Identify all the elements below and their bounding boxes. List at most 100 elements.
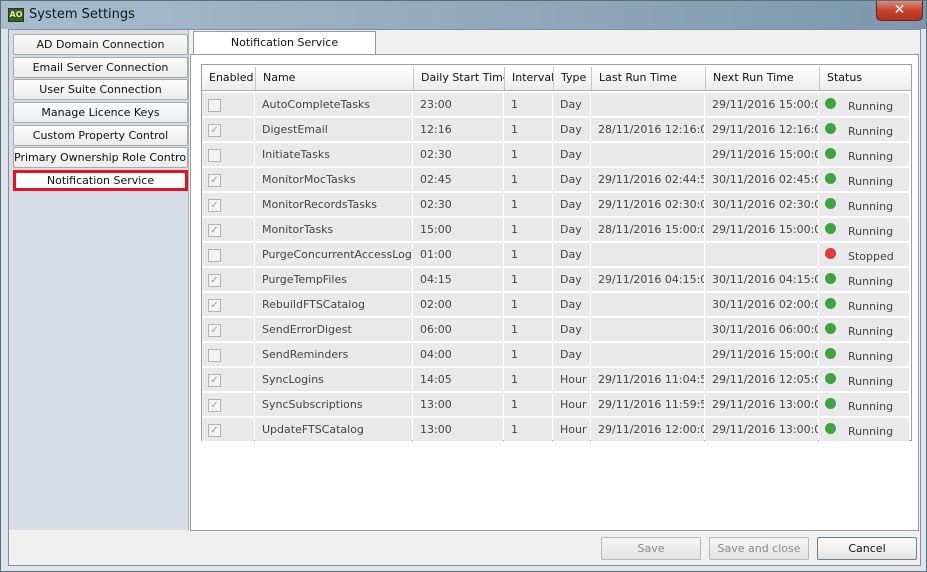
last-run-cell[interactable] <box>591 318 704 341</box>
last-run-cell[interactable] <box>591 343 704 366</box>
interval-cell[interactable]: 1 <box>504 418 552 441</box>
enabled-checkbox[interactable]: ✓ <box>208 424 221 437</box>
last-run-cell[interactable] <box>591 143 704 166</box>
interval-cell[interactable]: 1 <box>504 93 552 116</box>
type-cell[interactable]: Day <box>553 243 590 266</box>
sidebar-item-custom-property-control[interactable]: Custom Property Control <box>13 125 188 146</box>
next-run-cell[interactable]: 30/11/2016 02:00:00 <box>705 293 818 316</box>
next-run-cell[interactable]: 29/11/2016 15:00:00 <box>705 143 818 166</box>
name-cell[interactable]: SendErrorDigest <box>255 318 412 341</box>
interval-cell[interactable]: 1 <box>504 168 552 191</box>
status-cell[interactable]: Running <box>819 418 909 441</box>
start-time-cell[interactable]: 14:05 <box>413 368 503 391</box>
column-header-next-run-time[interactable]: Next Run Time <box>705 67 819 90</box>
start-time-cell[interactable]: 23:00 <box>413 93 503 116</box>
sidebar-item-primary-ownership-role-control[interactable]: Primary Ownership Role Control <box>13 147 188 168</box>
next-run-cell[interactable]: 29/11/2016 15:00:00 <box>705 343 818 366</box>
start-time-cell[interactable]: 02:30 <box>413 193 503 216</box>
type-cell[interactable]: Day <box>553 293 590 316</box>
interval-cell[interactable]: 1 <box>504 343 552 366</box>
interval-cell[interactable]: 1 <box>504 293 552 316</box>
last-run-cell[interactable] <box>591 293 704 316</box>
next-run-cell[interactable]: 29/11/2016 13:00:00 <box>705 393 818 416</box>
type-cell[interactable]: Day <box>553 168 590 191</box>
next-run-cell[interactable]: 29/11/2016 13:00:00 <box>705 418 818 441</box>
column-header-type[interactable]: Type <box>553 67 591 90</box>
enabled-checkbox[interactable]: ✓ <box>208 224 221 237</box>
interval-cell[interactable]: 1 <box>504 243 552 266</box>
table-row[interactable]: ✓ SendErrorDigest 06:00 1 Day 30/11/2016 06:0… <box>202 317 911 342</box>
table-row[interactable]: PurgeConcurrentAccessLogs 01:00 1 Day Stoppe… <box>202 242 911 267</box>
status-cell[interactable]: Running <box>819 343 909 366</box>
table-row[interactable]: SendReminders 04:00 1 Day 29/11/2016 15:00:0… <box>202 342 911 367</box>
status-cell[interactable]: Running <box>819 218 909 241</box>
table-row[interactable]: ✓ MonitorTasks 15:00 1 Day 28/11/2016 15:00:0… <box>202 217 911 242</box>
enabled-checkbox[interactable] <box>208 349 221 362</box>
type-cell[interactable]: Day <box>553 268 590 291</box>
last-run-cell[interactable]: 29/11/2016 02:44:59 <box>591 168 704 191</box>
save-and-close-button[interactable]: Save and close <box>709 537 809 560</box>
name-cell[interactable]: PurgeTempFiles <box>255 268 412 291</box>
next-run-cell[interactable]: 30/11/2016 04:15:00 <box>705 268 818 291</box>
status-cell[interactable]: Running <box>819 293 909 316</box>
column-header-interval[interactable]: Interval <box>504 67 554 90</box>
start-time-cell[interactable]: 06:00 <box>413 318 503 341</box>
next-run-cell[interactable]: 29/11/2016 12:05:00 <box>705 368 818 391</box>
table-row[interactable]: ✓ SyncLogins 14:05 1 Hour 29/11/2016 11:04:59… <box>202 367 911 392</box>
enabled-checkbox[interactable] <box>208 249 221 262</box>
enabled-checkbox[interactable]: ✓ <box>208 374 221 387</box>
last-run-cell[interactable]: 29/11/2016 11:04:59 <box>591 368 704 391</box>
type-cell[interactable]: Day <box>553 343 590 366</box>
save-button[interactable]: Save <box>601 537 701 560</box>
tab-notification-service-configuration[interactable]: Notification Service Configuration <box>193 31 376 71</box>
table-row[interactable]: ✓ UpdateFTSCatalog 13:00 1 Hour 29/11/2016 12… <box>202 417 911 442</box>
status-cell[interactable]: Running <box>819 143 909 166</box>
start-time-cell[interactable]: 04:15 <box>413 268 503 291</box>
table-row[interactable]: ✓ MonitorRecordsTasks 02:30 1 Day 29/11/2016 … <box>202 192 911 217</box>
type-cell[interactable]: Hour <box>553 393 590 416</box>
name-cell[interactable]: MonitorRecordsTasks <box>255 193 412 216</box>
interval-cell[interactable]: 1 <box>504 218 552 241</box>
sidebar-item-user-suite-connection[interactable]: User Suite Connection <box>13 79 188 100</box>
status-cell[interactable]: Running <box>819 118 909 141</box>
sidebar-item-email-server-connection[interactable]: Email Server Connection <box>13 57 188 78</box>
name-cell[interactable]: SyncSubscriptions <box>255 393 412 416</box>
interval-cell[interactable]: 1 <box>504 268 552 291</box>
table-row[interactable]: ✓ MonitorMocTasks 02:45 1 Day 29/11/2016 02:4… <box>202 167 911 192</box>
close-button[interactable]: ✕ <box>876 1 923 21</box>
enabled-checkbox[interactable]: ✓ <box>208 274 221 287</box>
table-row[interactable]: ✓ PurgeTempFiles 04:15 1 Day 29/11/2016 04:15… <box>202 267 911 292</box>
name-cell[interactable]: MonitorMocTasks <box>255 168 412 191</box>
last-run-cell[interactable]: 29/11/2016 12:00:00 <box>591 418 704 441</box>
last-run-cell[interactable] <box>591 243 704 266</box>
title-bar[interactable]: AO System Settings ✕ <box>1 1 926 29</box>
status-cell[interactable]: Running <box>819 193 909 216</box>
next-run-cell[interactable]: 30/11/2016 02:45:00 <box>705 168 818 191</box>
status-cell[interactable]: Stopped <box>819 243 909 266</box>
last-run-cell[interactable]: 28/11/2016 12:16:00 <box>591 118 704 141</box>
start-time-cell[interactable]: 02:30 <box>413 143 503 166</box>
interval-cell[interactable]: 1 <box>504 193 552 216</box>
enabled-checkbox[interactable]: ✓ <box>208 174 221 187</box>
cancel-button[interactable]: Cancel <box>817 537 917 560</box>
name-cell[interactable]: UpdateFTSCatalog <box>255 418 412 441</box>
enabled-checkbox[interactable]: ✓ <box>208 199 221 212</box>
table-row[interactable]: ✓ SyncSubscriptions 13:00 1 Hour 29/11/2016 1… <box>202 392 911 417</box>
type-cell[interactable]: Day <box>553 118 590 141</box>
start-time-cell[interactable]: 01:00 <box>413 243 503 266</box>
next-run-cell[interactable]: 29/11/2016 12:16:00 <box>705 118 818 141</box>
name-cell[interactable]: SendReminders <box>255 343 412 366</box>
table-row[interactable]: AutoCompleteTasks 23:00 1 Day 29/11/2016 15:… <box>202 92 911 117</box>
column-header-last-run-time[interactable]: Last Run Time <box>591 67 705 90</box>
last-run-cell[interactable]: 29/11/2016 02:30:00 <box>591 193 704 216</box>
last-run-cell[interactable]: 29/11/2016 11:59:59 <box>591 393 704 416</box>
start-time-cell[interactable]: 02:00 <box>413 293 503 316</box>
type-cell[interactable]: Day <box>553 218 590 241</box>
status-cell[interactable]: Running <box>819 318 909 341</box>
type-cell[interactable]: Day <box>553 143 590 166</box>
column-header-name[interactable]: Name <box>255 67 413 90</box>
start-time-cell[interactable]: 15:00 <box>413 218 503 241</box>
name-cell[interactable]: MonitorTasks <box>255 218 412 241</box>
enabled-checkbox[interactable]: ✓ <box>208 124 221 137</box>
enabled-checkbox[interactable] <box>208 99 221 112</box>
